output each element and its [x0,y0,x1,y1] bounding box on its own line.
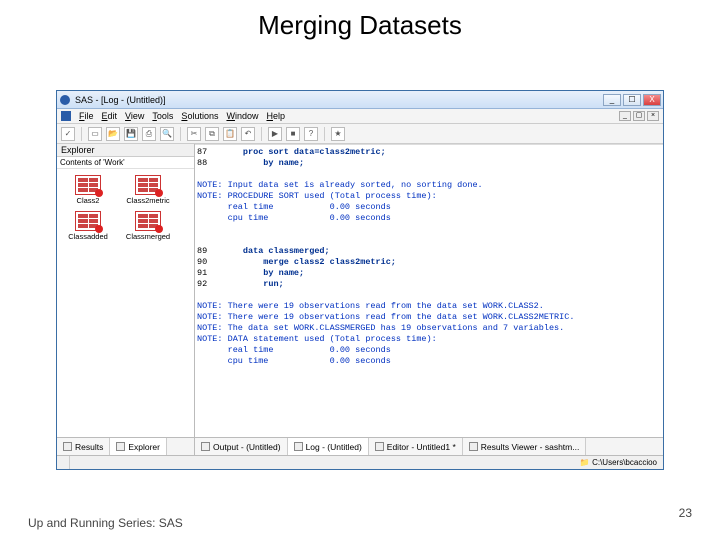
copy-icon[interactable]: ⧉ [205,127,219,141]
explorer-icon [116,442,125,451]
sas-window: SAS - [Log - (Untitled)] _ ☐ X FFileile … [56,90,664,470]
dataset-item[interactable]: Classmerged [121,211,175,241]
explorer-items: Class2 Class2metric Classadded Classmerg… [57,169,194,247]
menu-edit[interactable]: Edit [102,111,118,121]
close-button[interactable]: X [643,94,661,106]
undo-icon[interactable]: ↶ [241,127,255,141]
status-cell [57,456,70,469]
dataset-label: Classadded [68,232,108,241]
mdi-close[interactable]: × [647,111,659,121]
check-icon[interactable]: ✓ [61,127,75,141]
dataset-item[interactable]: Class2metric [121,175,175,205]
output-icon [201,442,210,451]
mdi-minimize[interactable]: _ [619,111,631,121]
cut-icon[interactable]: ✂ [187,127,201,141]
viewer-icon [469,442,478,451]
dataset-label: Class2 [77,196,100,205]
minimize-button[interactable]: _ [603,94,621,106]
open-icon[interactable]: 📂 [106,127,120,141]
mdi-restore[interactable]: ▢ [633,111,645,121]
menubar: FFileile Edit View Tools Solutions Windo… [57,109,663,124]
bottom-tabs: Results Explorer Output - (Untitled) Log… [57,437,663,455]
tab-output[interactable]: Output - (Untitled) [195,438,288,455]
dataset-icon [135,175,161,195]
workarea: Explorer Contents of 'Work' Class2 Class… [57,144,663,437]
explorer-pane: Explorer Contents of 'Work' Class2 Class… [57,144,195,437]
help-icon[interactable]: ? [304,127,318,141]
log-pane: 87 proc sort data=class2metric; 88 by na… [195,144,663,437]
sas-app-icon [59,94,71,106]
stop-icon[interactable]: ■ [286,127,300,141]
dataset-item[interactable]: Classadded [61,211,115,241]
maximize-button[interactable]: ☐ [623,94,641,106]
titlebar[interactable]: SAS - [Log - (Untitled)] _ ☐ X [57,91,663,109]
menu-solutions[interactable]: Solutions [181,111,218,121]
dataset-item[interactable]: Class2 [61,175,115,205]
tab-editor[interactable]: Editor - Untitled1 * [369,438,463,455]
paste-icon[interactable]: 📋 [223,127,237,141]
log-icon [294,442,303,451]
status-path: 📁 C:\Users\bcaccioo [574,458,663,467]
statusbar: 📁 C:\Users\bcaccioo [57,455,663,469]
results-icon [63,442,72,451]
preview-icon[interactable]: 🔍 [160,127,174,141]
explorer-subtitle: Contents of 'Work' [57,157,194,169]
dataset-icon [75,175,101,195]
log-content[interactable]: 87 proc sort data=class2metric; 88 by na… [195,144,663,437]
misc-icon[interactable]: ★ [331,127,345,141]
slide-title: Merging Datasets [0,0,720,45]
menu-help[interactable]: Help [266,111,285,121]
slide-footer-series: Up and Running Series: SAS [28,516,183,530]
new-icon[interactable]: ▭ [88,127,102,141]
folder-icon: 📁 [580,458,590,467]
dataset-icon [135,211,161,231]
explorer-title: Explorer [57,144,194,157]
dataset-label: Classmerged [126,232,170,241]
menu-window[interactable]: Window [226,111,258,121]
save-icon[interactable]: 💾 [124,127,138,141]
tab-log[interactable]: Log - (Untitled) [288,438,369,455]
menu-view[interactable]: View [125,111,144,121]
menu-file[interactable]: FFileile [79,111,94,121]
toolbar: ✓ ▭ 📂 💾 ⎙ 🔍 ✂ ⧉ 📋 ↶ ▶ ■ ? ★ [57,124,663,144]
tab-explorer[interactable]: Explorer [110,438,167,455]
editor-icon [375,442,384,451]
sas-menu-icon [61,111,71,121]
slide-page-number: 23 [679,506,692,520]
print-icon[interactable]: ⎙ [142,127,156,141]
dataset-label: Class2metric [126,196,169,205]
tab-results-viewer[interactable]: Results Viewer - sashtm... [463,438,587,455]
tab-results[interactable]: Results [57,438,110,455]
dataset-icon [75,211,101,231]
menu-tools[interactable]: Tools [152,111,173,121]
submit-icon[interactable]: ▶ [268,127,282,141]
mdi-controls: _ ▢ × [619,111,659,121]
window-title: SAS - [Log - (Untitled)] [75,95,166,105]
